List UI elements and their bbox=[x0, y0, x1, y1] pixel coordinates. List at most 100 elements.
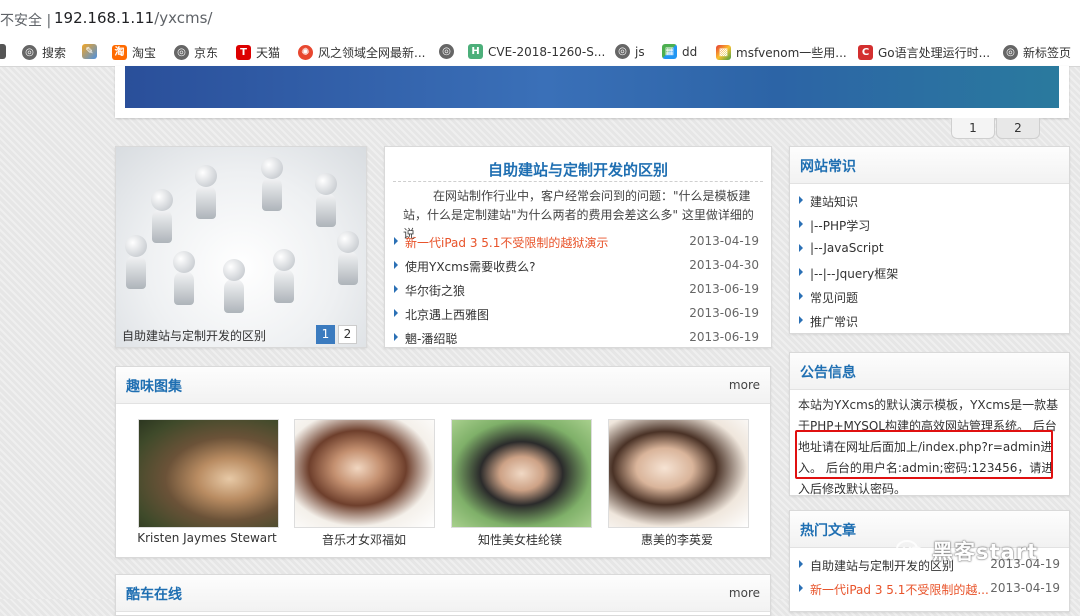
slideshow-page-1[interactable]: 1 bbox=[316, 325, 335, 344]
photo-gallery: 趣味图集 more Kristen Jaymes Stewart 音乐才女邓福如… bbox=[115, 366, 771, 558]
news-item[interactable]: 华尔街之狼 2013-06-19 bbox=[393, 278, 763, 302]
news-item[interactable]: 北京遇上西雅图 2013-06-19 bbox=[393, 302, 763, 326]
news-date: 2013-04-30 bbox=[689, 258, 759, 272]
bookmark-fengzhi[interactable]: ✺ 风之领域全网最新... bbox=[298, 44, 425, 61]
car-header: 酷车在线 more bbox=[116, 575, 770, 612]
arrow-icon bbox=[799, 196, 803, 204]
banner-image[interactable] bbox=[125, 66, 1059, 108]
globe-icon: ◎ bbox=[174, 45, 189, 60]
arrow-icon bbox=[799, 244, 803, 252]
hot-article-item[interactable]: 新一代iPad 3 5.1不受限制的越... 2013-04-19 bbox=[798, 577, 1060, 601]
bookmark-taobao[interactable]: 淘淘宝 bbox=[112, 44, 156, 61]
item-label[interactable]: |--JavaScript bbox=[810, 241, 884, 255]
bookmark-go[interactable]: C Go语言处理运行时... bbox=[858, 44, 990, 61]
arrow-icon bbox=[799, 220, 803, 228]
gallery-caption[interactable]: 惠美的李英爱 bbox=[597, 531, 757, 548]
bookmark-tmall[interactable]: T 天猫 bbox=[236, 44, 280, 61]
gallery-photo[interactable] bbox=[138, 419, 279, 528]
news-date: 2013-06-19 bbox=[689, 306, 759, 320]
item-label[interactable]: 常见问题 bbox=[810, 289, 858, 306]
figure-body bbox=[224, 279, 244, 313]
bookmark-dd[interactable]: ▦ dd bbox=[662, 44, 697, 59]
figure-head bbox=[173, 251, 195, 273]
slideshow-caption[interactable]: 自助建站与定制开发的区别 bbox=[122, 327, 266, 344]
gallery-photo[interactable] bbox=[294, 419, 435, 528]
bookmark-unnamed[interactable]: ✎ bbox=[82, 44, 97, 59]
news-title[interactable]: 华尔街之狼 bbox=[405, 282, 465, 299]
item-label[interactable]: |--PHP学习 bbox=[810, 217, 870, 234]
figure-body bbox=[262, 177, 282, 211]
bookmark-label: CVE-2018-1260-S... bbox=[488, 44, 606, 59]
tmall-icon: T bbox=[236, 45, 251, 60]
news-date: 2013-06-19 bbox=[689, 330, 759, 344]
security-indicator[interactable]: 不安全 | bbox=[0, 10, 51, 30]
figure-body bbox=[274, 269, 294, 303]
news-title[interactable]: 北京遇上西雅图 bbox=[405, 306, 489, 323]
news-date: 2013-06-19 bbox=[689, 282, 759, 296]
news-title[interactable]: 魍-潘绍聪 bbox=[405, 330, 457, 347]
slideshow-page-2[interactable]: 2 bbox=[338, 325, 357, 344]
news-item[interactable]: 新一代iPad 3 5.1不受限制的越狱演示 2013-04-19 bbox=[393, 230, 763, 254]
address-bar[interactable]: 不安全 | 192.168.1.11/yxcms/ bbox=[0, 0, 1080, 39]
item-label[interactable]: |--|--Jquery框架 bbox=[810, 265, 898, 282]
bookmark-jd[interactable]: ◎ 京东 bbox=[174, 44, 218, 61]
gallery-caption[interactable]: Kristen Jaymes Stewart bbox=[127, 531, 287, 545]
figure-head bbox=[125, 235, 147, 257]
bookmark-msfvenom[interactable]: ▩ msfvenom一些用... bbox=[716, 44, 847, 61]
notice-title: 公告信息 bbox=[800, 365, 856, 381]
figure-head bbox=[273, 249, 295, 271]
news-item[interactable]: 使用YXcms需要收费么? 2013-04-30 bbox=[393, 254, 763, 278]
url-text[interactable]: 192.168.1.11/yxcms/ bbox=[54, 9, 212, 27]
car-section: 酷车在线 more bbox=[115, 574, 771, 616]
bookmark-js[interactable]: ◎ js bbox=[615, 44, 645, 59]
gallery-caption[interactable]: 知性美女桂纶镁 bbox=[440, 531, 600, 548]
figure-body bbox=[338, 251, 358, 285]
gallery-caption[interactable]: 音乐才女邓福如 bbox=[284, 531, 444, 548]
arrow-icon bbox=[394, 309, 398, 317]
bookmark-search[interactable]: ◎ 搜索 bbox=[22, 44, 66, 61]
site-tips-panel: 网站常识 建站知识 |--PHP学习 |--JavaScript |--|--J… bbox=[789, 146, 1070, 334]
banner-page-2[interactable]: 2 bbox=[996, 118, 1040, 139]
bookmark-label: Go语言处理运行时... bbox=[878, 46, 991, 60]
news-list: 新一代iPad 3 5.1不受限制的越狱演示 2013-04-19 使用YXcms… bbox=[393, 230, 763, 350]
figure-body bbox=[316, 193, 336, 227]
bookmark-partial[interactable] bbox=[0, 44, 6, 59]
wind-icon: ✺ bbox=[298, 45, 313, 60]
grid-icon: ▩ bbox=[716, 45, 731, 60]
globe-icon: ◎ bbox=[22, 45, 37, 60]
url-path: /yxcms/ bbox=[154, 9, 213, 27]
car-title[interactable]: 酷车在线 bbox=[126, 584, 182, 604]
article-title[interactable]: 自助建站与定制开发的区别 bbox=[385, 159, 771, 180]
globe-icon: ◎ bbox=[615, 44, 630, 59]
bookmark-label: dd bbox=[682, 44, 698, 59]
figure-head bbox=[261, 157, 283, 179]
divider bbox=[393, 181, 763, 182]
news-title[interactable]: 新一代iPad 3 5.1不受限制的越狱演示 bbox=[405, 234, 608, 251]
gallery-more-link[interactable]: more bbox=[729, 378, 760, 392]
slideshow: 自助建站与定制开发的区别 1 2 bbox=[115, 146, 367, 348]
taobao-icon: 淘 bbox=[112, 45, 127, 60]
arrow-icon bbox=[394, 333, 398, 341]
news-item[interactable]: 魍-潘绍聪 2013-06-19 bbox=[393, 326, 763, 350]
news-title[interactable]: 使用YXcms需要收费么? bbox=[405, 258, 535, 275]
car-more-link[interactable]: more bbox=[729, 586, 760, 600]
gallery-photo[interactable] bbox=[608, 419, 749, 528]
item-label[interactable]: 建站知识 bbox=[810, 193, 858, 210]
figure-body bbox=[174, 271, 194, 305]
article-panel: 自助建站与定制开发的区别 在网站制作行业中，客户经常会问到的问题："什么是模板建… bbox=[384, 146, 772, 348]
bookmark-label: msfvenom一些用... bbox=[736, 46, 847, 60]
slideshow-image[interactable] bbox=[116, 147, 366, 347]
bookmark-label: 淘宝 bbox=[132, 46, 157, 60]
item-label[interactable]: 推广常识 bbox=[810, 313, 858, 330]
site-tips-title: 网站常识 bbox=[800, 159, 856, 175]
gallery-photo[interactable] bbox=[451, 419, 592, 528]
bookmark-newtab[interactable]: ◎ 新标签页 bbox=[1003, 44, 1071, 61]
bookmark-cve[interactable]: ◎ bbox=[439, 44, 454, 59]
gallery-title[interactable]: 趣味图集 bbox=[126, 376, 182, 396]
bookmark-cve-2018[interactable]: H CVE-2018-1260-S... bbox=[468, 44, 605, 59]
site-tips-header: 网站常识 bbox=[790, 147, 1069, 184]
hot-article-date: 2013-04-19 bbox=[990, 581, 1060, 595]
banner-page-1[interactable]: 1 bbox=[951, 118, 995, 139]
bookmark-label: 风之领域全网最新... bbox=[318, 46, 426, 60]
hot-article-title[interactable]: 新一代iPad 3 5.1不受限制的越... bbox=[810, 581, 989, 598]
